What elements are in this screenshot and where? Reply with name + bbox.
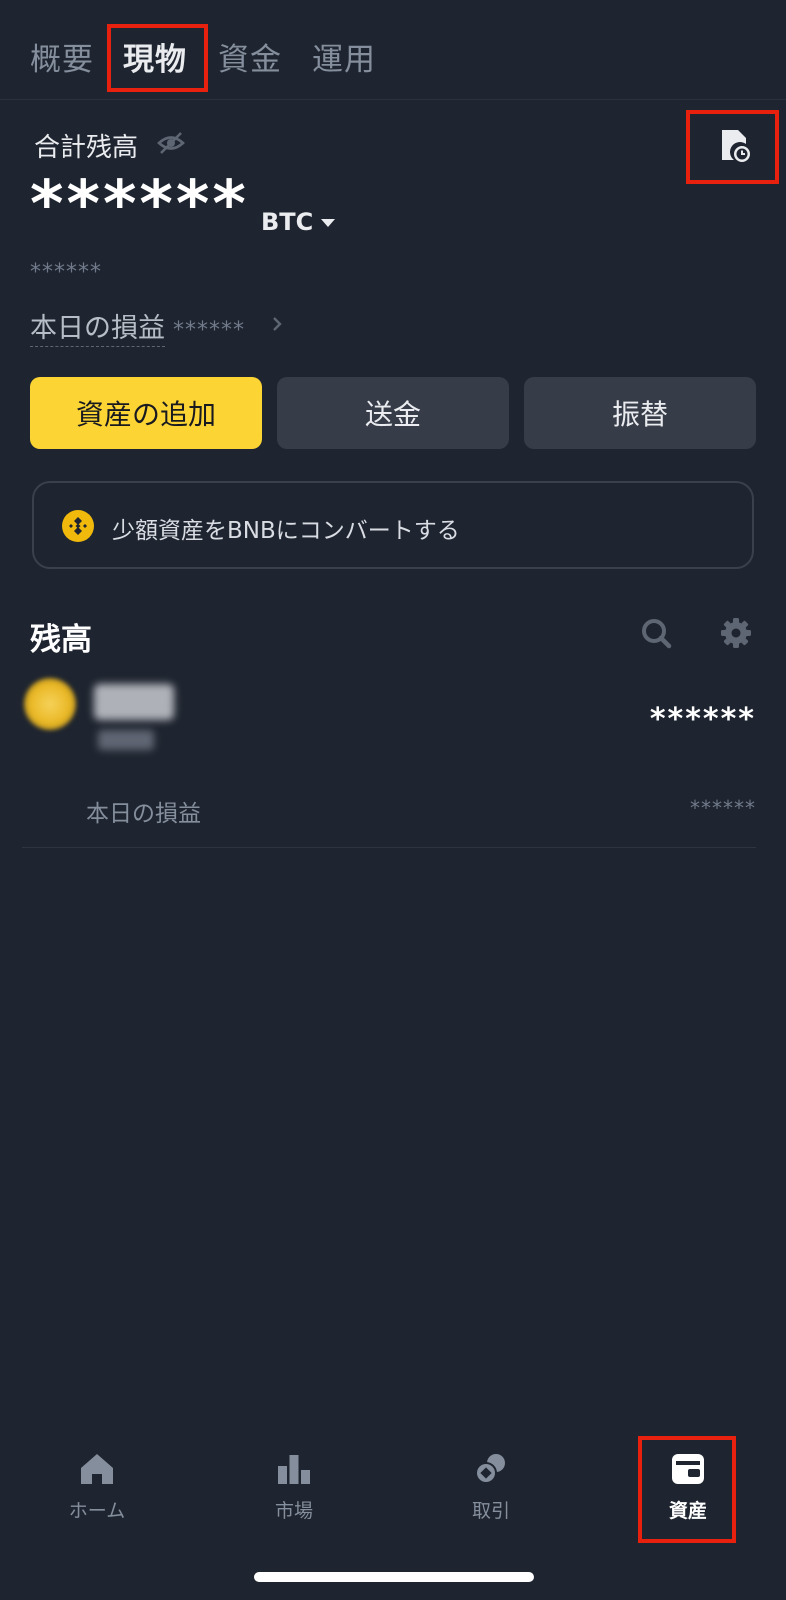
highlight-spot-tab bbox=[107, 24, 208, 92]
currency-label: BTC bbox=[261, 208, 314, 236]
caret-down-icon bbox=[321, 219, 336, 227]
today-pnl-value: ****** bbox=[173, 318, 245, 343]
nav-trade-label: 取引 bbox=[471, 1500, 510, 1522]
highlight-assets-nav bbox=[638, 1436, 736, 1543]
asset-coin-icon bbox=[24, 678, 76, 730]
tab-earn[interactable]: 運用 bbox=[312, 34, 376, 79]
send-button[interactable]: 送金 bbox=[277, 377, 509, 449]
balance-section-title: 残高 bbox=[30, 622, 92, 658]
tab-funding[interactable]: 資金 bbox=[218, 34, 282, 79]
currency-selector[interactable]: BTC bbox=[261, 208, 336, 236]
convert-text: 少額資産をBNBにコンバートする bbox=[112, 518, 460, 544]
nav-markets[interactable]: 市場 bbox=[224, 1452, 364, 1523]
transfer-button[interactable]: 振替 bbox=[524, 377, 756, 449]
total-balance-value: ****** bbox=[30, 168, 249, 242]
trade-icon bbox=[475, 1454, 505, 1484]
asset-pnl-label: 本日の損益 bbox=[86, 801, 201, 827]
nav-home-label: ホーム bbox=[68, 1500, 126, 1522]
eye-off-icon[interactable] bbox=[156, 130, 186, 156]
today-pnl-label: 本日の損益 bbox=[30, 313, 165, 347]
asset-name-blurred bbox=[94, 684, 174, 720]
search-icon[interactable] bbox=[640, 617, 672, 649]
spot-wallet-screen: 概要 現物 資金 運用 合計残高 ****** BTC ****** 本日の損益… bbox=[0, 0, 786, 1600]
nav-trade[interactable]: 取引 bbox=[421, 1452, 561, 1523]
convert-small-assets-banner[interactable]: 少額資産をBNBにコンバートする bbox=[32, 481, 754, 569]
nav-home[interactable]: ホーム bbox=[27, 1452, 167, 1523]
gear-icon[interactable] bbox=[720, 617, 752, 649]
asset-fullname-blurred bbox=[98, 730, 154, 750]
markets-icon bbox=[278, 1455, 310, 1484]
home-indicator bbox=[254, 1572, 534, 1582]
highlight-history-icon bbox=[686, 110, 779, 184]
asset-row[interactable]: ****** 本日の損益 ****** bbox=[22, 668, 756, 848]
nav-markets-label: 市場 bbox=[274, 1500, 313, 1522]
tab-overview[interactable]: 概要 bbox=[30, 34, 94, 79]
today-pnl-row[interactable]: 本日の損益 ****** bbox=[30, 306, 245, 347]
chevron-right-icon bbox=[273, 317, 282, 331]
asset-amount: ****** bbox=[649, 702, 756, 737]
add-asset-button[interactable]: 資産の追加 bbox=[30, 377, 262, 449]
fiat-balance-value: ****** bbox=[30, 260, 102, 285]
asset-pnl-value: ****** bbox=[690, 796, 756, 820]
total-balance-label: 合計残高 bbox=[34, 133, 139, 163]
bnb-icon bbox=[62, 510, 94, 542]
home-icon bbox=[81, 1454, 113, 1484]
